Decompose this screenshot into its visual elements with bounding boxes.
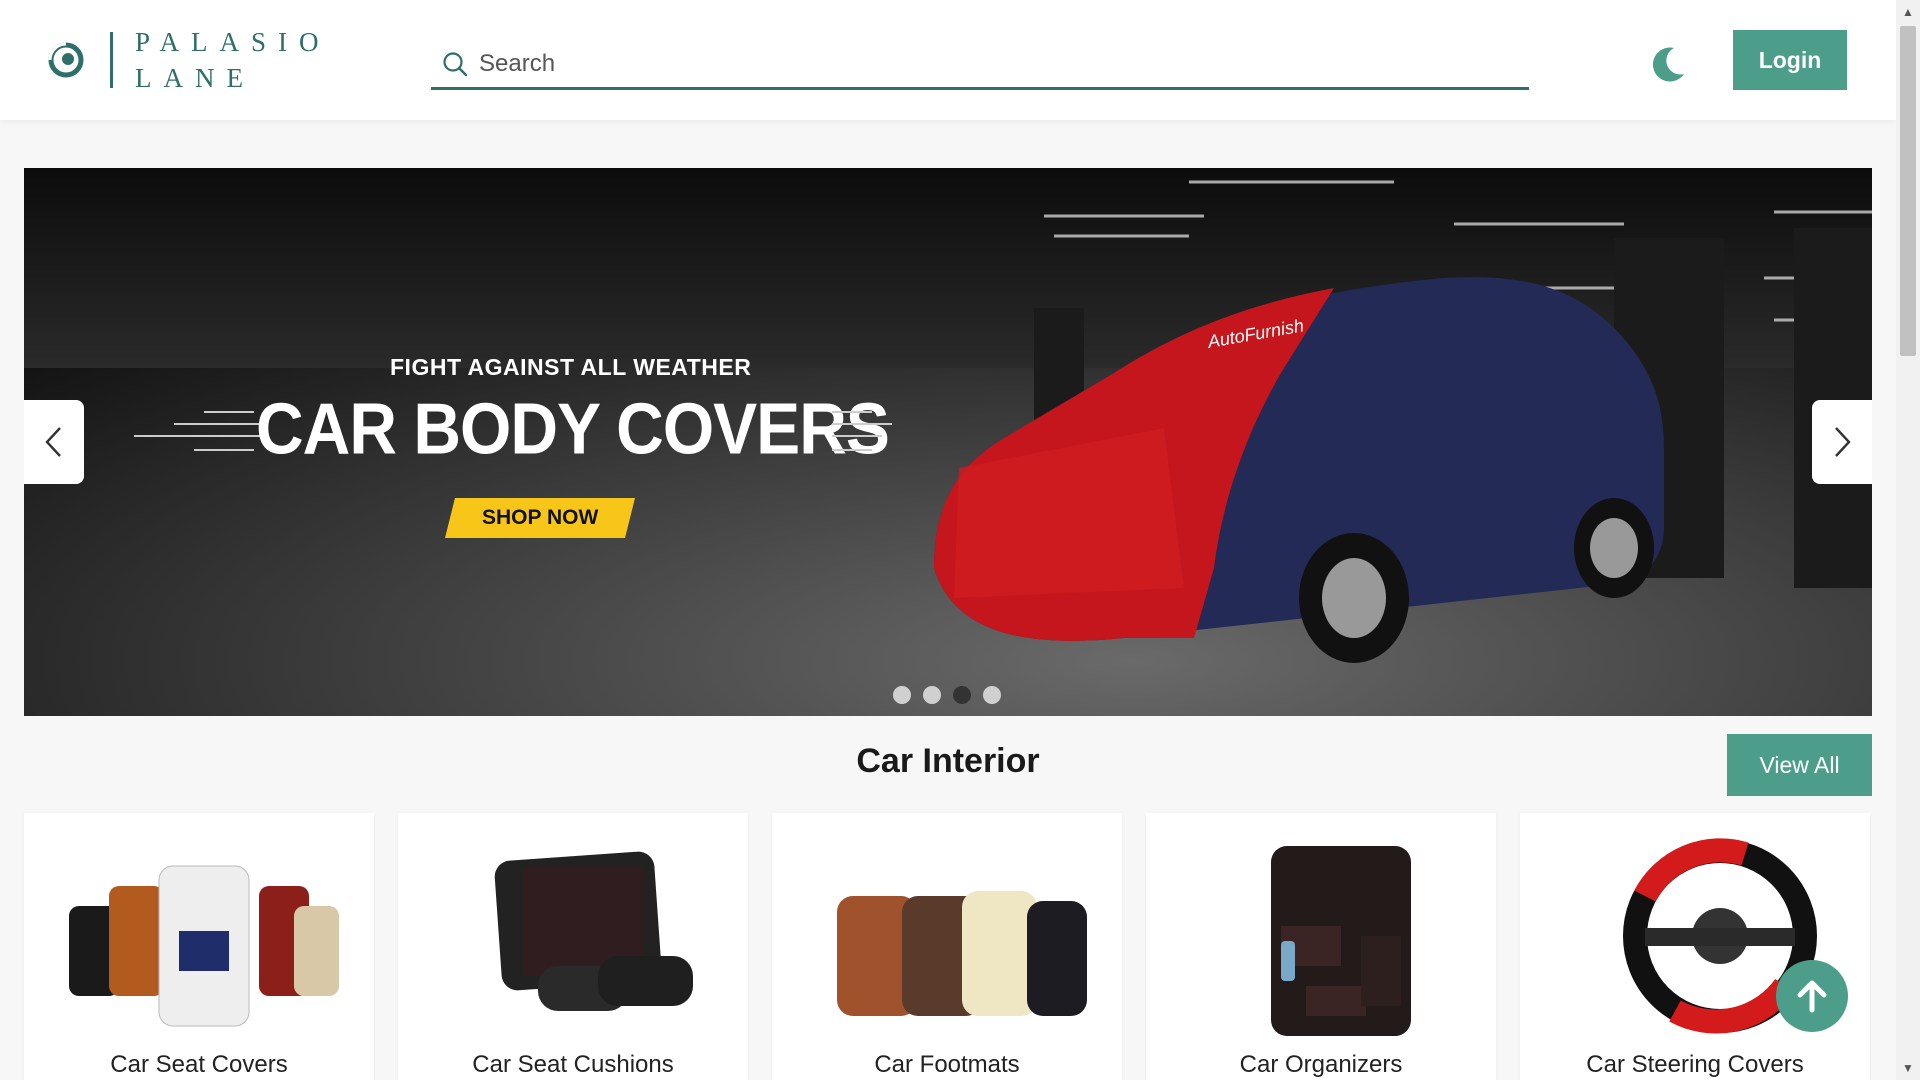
chevron-left-icon (45, 427, 61, 457)
category-label: Car Steering Covers (1586, 1051, 1804, 1078)
speed-lines-left (134, 411, 264, 451)
brand-logo[interactable]: PALASIO LANE (46, 27, 331, 93)
login-button[interactable]: Login (1733, 30, 1847, 90)
speed-lines-right (832, 411, 892, 451)
carousel-dot-4[interactable] (983, 686, 1001, 704)
hero-carousel: AutoFurnish FIGHT AGAINST ALL WEATHER CA… (24, 168, 1872, 716)
search-icon (443, 51, 468, 76)
dark-mode-moon-icon[interactable] (1648, 44, 1688, 84)
category-cards: Car Seat Covers Car Seat Cushions Car Fo… (24, 813, 1870, 1080)
category-label: Car Footmats (874, 1051, 1020, 1078)
footmats-image (772, 821, 1122, 1051)
shop-now-label: SHOP NOW (481, 506, 599, 529)
carousel-dot-1[interactable] (893, 686, 911, 704)
arrow-up-icon (1797, 980, 1827, 1013)
seat-cushions-image (398, 821, 748, 1051)
page: PALASIO LANE Login (0, 0, 1920, 1080)
scroll-to-top-button[interactable] (1776, 960, 1848, 1032)
shop-now-button[interactable]: SHOP NOW (445, 498, 635, 538)
carousel-prev-button[interactable] (24, 400, 84, 484)
brand-logo-icon (48, 42, 84, 78)
page-scrollbar[interactable]: ▲ ▼ (1896, 0, 1920, 1080)
brand-name-line1: PALASIO (135, 27, 331, 57)
scroll-up-arrow-icon[interactable]: ▲ (1896, 0, 1920, 24)
carousel-dots (893, 686, 1001, 704)
category-card-organizers[interactable]: Car Organizers (1146, 813, 1496, 1080)
search-bar (431, 40, 1529, 90)
banner-tagline: FIGHT AGAINST ALL WEATHER (390, 354, 752, 380)
category-label: Car Seat Cushions (472, 1051, 674, 1078)
category-card-seat-cushions[interactable]: Car Seat Cushions (398, 813, 748, 1080)
search-input[interactable] (479, 49, 1529, 78)
carousel-next-button[interactable] (1812, 400, 1872, 484)
banner-title: CAR BODY COVERS (256, 387, 890, 469)
section-title: Car Interior (856, 742, 1040, 780)
carousel-dot-3[interactable] (953, 686, 971, 704)
carousel-dot-2[interactable] (923, 686, 941, 704)
category-label: Car Seat Covers (110, 1051, 288, 1078)
category-label: Car Organizers (1239, 1051, 1403, 1078)
organizers-image (1146, 821, 1496, 1051)
category-card-steering-covers[interactable]: Car Steering Covers (1520, 813, 1870, 1080)
view-all-button[interactable]: View All (1727, 734, 1872, 796)
scrollbar-thumb[interactable] (1900, 26, 1916, 356)
category-card-footmats[interactable]: Car Footmats (772, 813, 1122, 1080)
site-header: PALASIO LANE Login (0, 0, 1896, 120)
category-card-seat-covers[interactable]: Car Seat Covers (24, 813, 374, 1080)
brand-name: PALASIO LANE (135, 24, 331, 96)
scroll-down-arrow-icon[interactable]: ▼ (1896, 1056, 1920, 1080)
chevron-right-icon (1835, 427, 1851, 457)
logo-divider (110, 32, 113, 88)
seat-covers-image (24, 821, 374, 1051)
brand-name-line2: LANE (135, 63, 255, 93)
